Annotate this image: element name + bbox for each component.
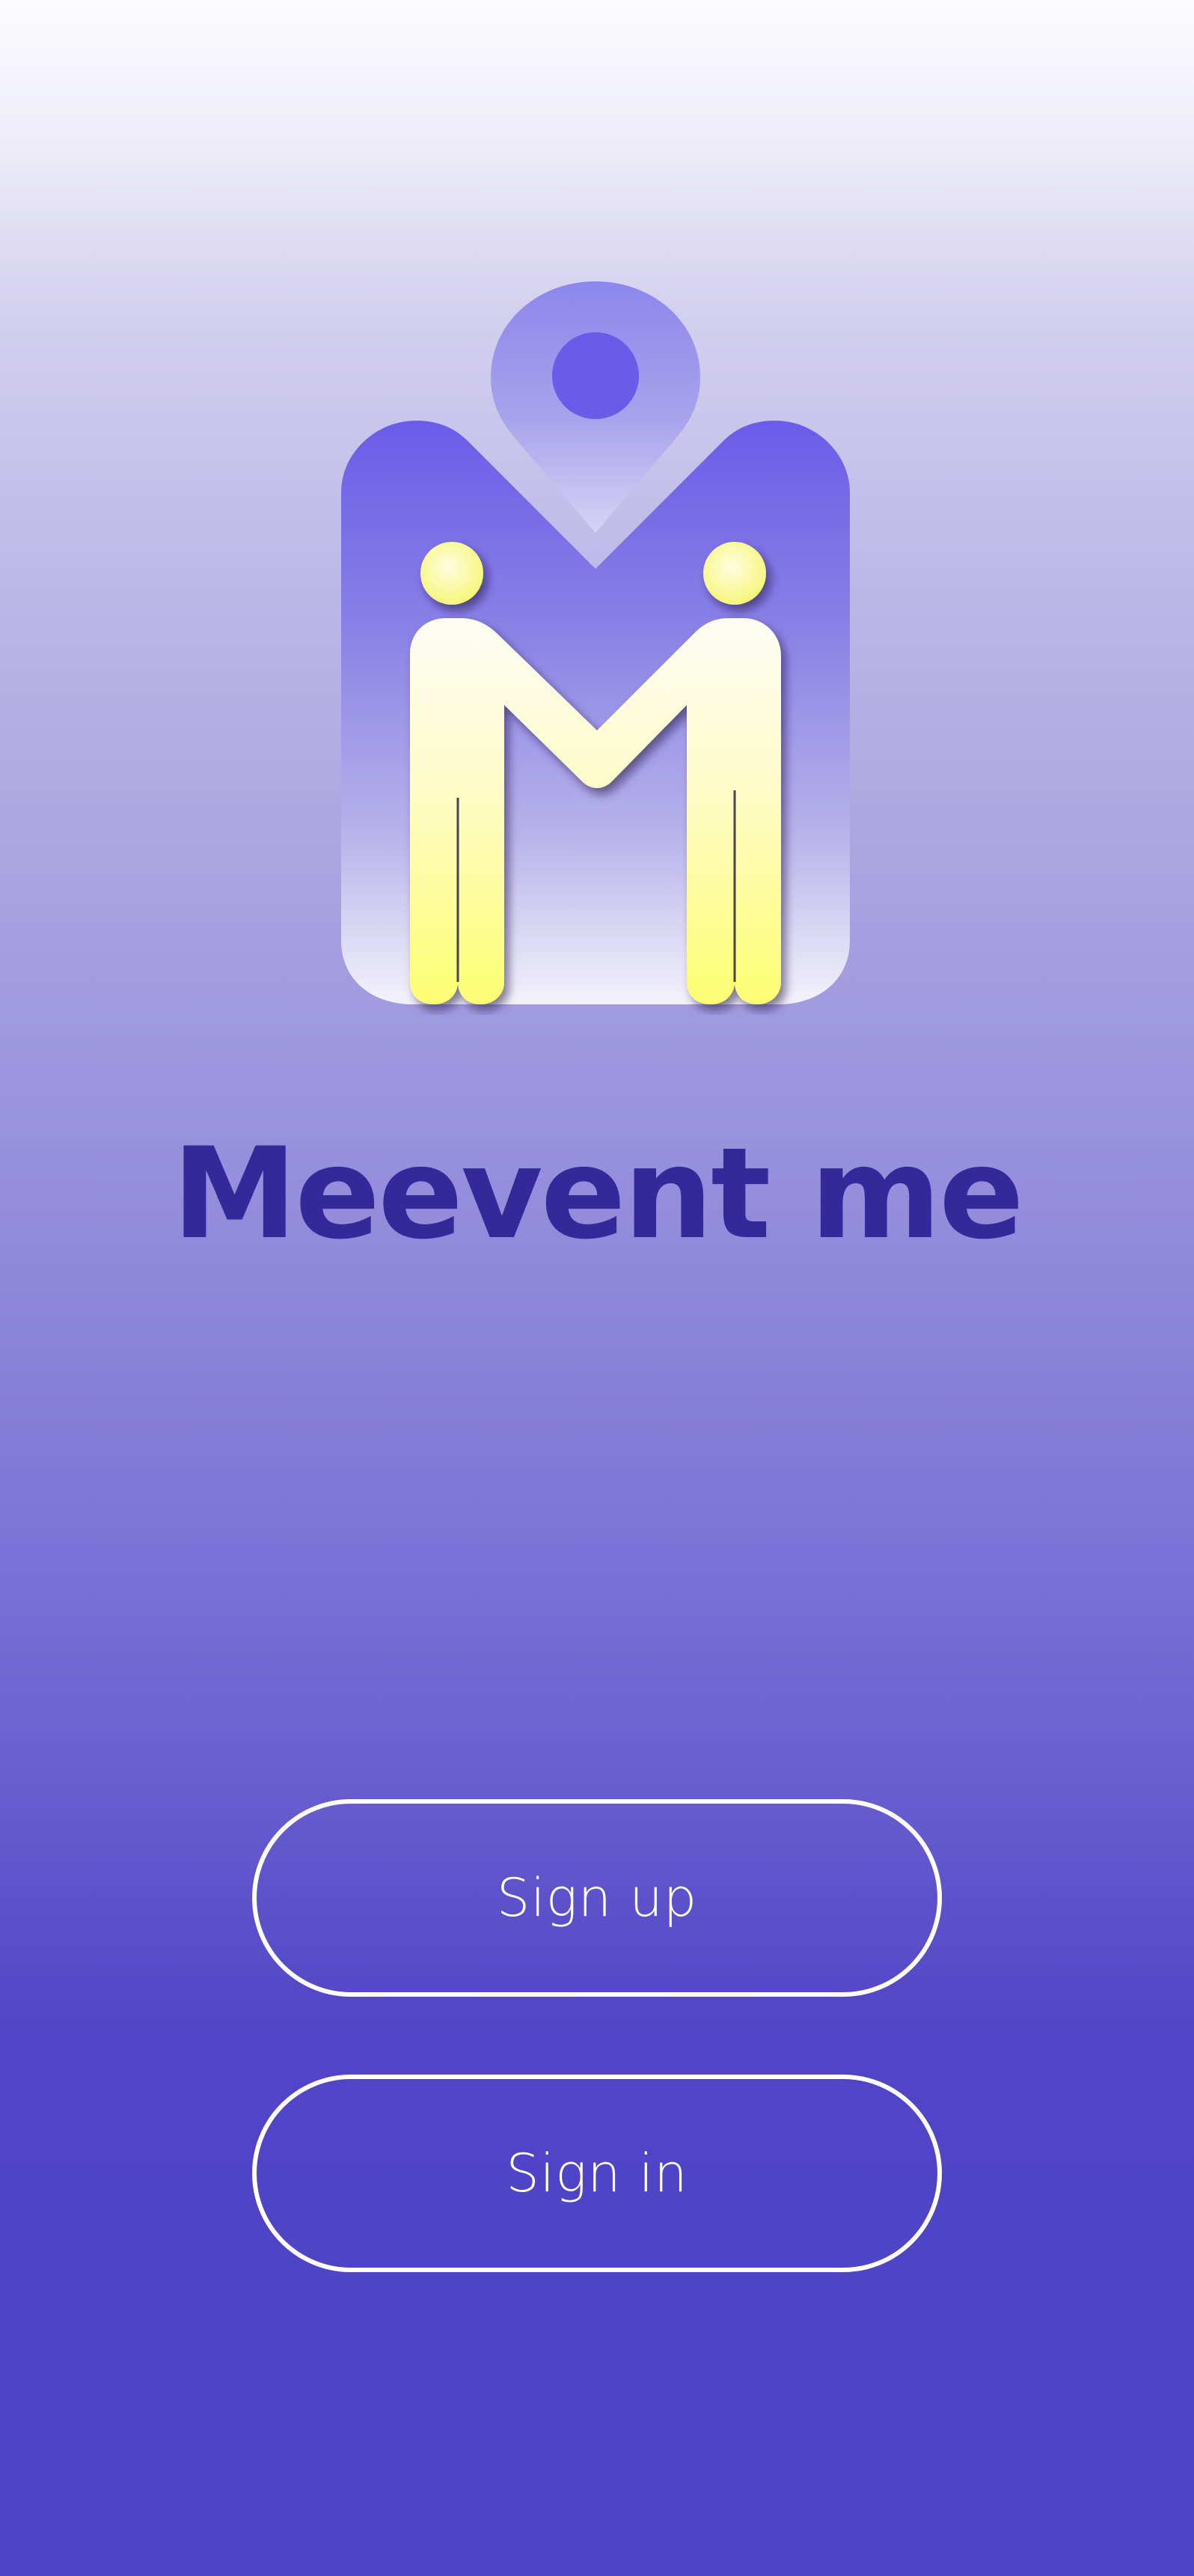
sign-in-label: Sign in	[506, 2143, 688, 2204]
sign-up-button[interactable]: Sign up	[252, 1799, 942, 1997]
app-title: Meevent me	[172, 1120, 1024, 1267]
sign-up-label: Sign up	[496, 1867, 698, 1929]
location-pin-icon	[491, 281, 700, 533]
app-logo-icon	[341, 281, 850, 1004]
sign-in-button[interactable]: Sign in	[252, 2075, 942, 2272]
